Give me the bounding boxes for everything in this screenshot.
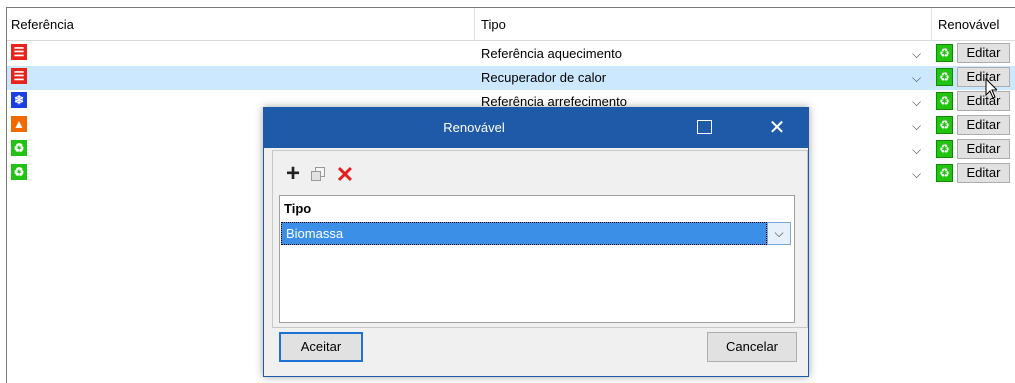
delete-icon[interactable]: ✕ xyxy=(335,164,355,186)
radiator-icon: ☰ xyxy=(11,44,27,60)
snowflake-icon: ❄ xyxy=(11,92,27,108)
column-header-renovavel[interactable]: Renovável xyxy=(934,8,1015,41)
add-icon[interactable]: + xyxy=(283,162,303,186)
chevron-down-icon[interactable]: ⌵ xyxy=(767,222,791,245)
maximize-icon[interactable] xyxy=(697,120,712,134)
column-separator[interactable] xyxy=(474,8,475,41)
recycle-icon: ♻ xyxy=(936,164,953,182)
mouse-cursor-icon xyxy=(985,78,997,99)
chevron-down-icon[interactable]: ⌵ xyxy=(912,42,921,66)
renovavel-dialog: Renovável ✕ + ✕ Tipo Biomassa ⌵ Aceitar … xyxy=(263,107,809,377)
tipo-column-header[interactable]: Tipo xyxy=(280,196,794,222)
tipo-cell[interactable]: Referência aquecimento xyxy=(481,42,622,66)
recycle-icon: ♻ xyxy=(936,68,953,86)
edit-button[interactable]: Editar xyxy=(957,91,1010,111)
recycle-icon: ♻ xyxy=(11,140,27,156)
recycle-icon: ♻ xyxy=(11,164,27,180)
edit-button[interactable]: Editar xyxy=(957,139,1010,159)
chevron-down-icon[interactable]: ⌵ xyxy=(912,90,921,114)
table-row[interactable]: ☰ Referência aquecimento ⌵ ♻ Editar xyxy=(7,42,1015,66)
tipo-cell[interactable]: Recuperador de calor xyxy=(481,66,606,90)
column-header-tipo[interactable]: Tipo xyxy=(477,8,931,41)
close-icon[interactable]: ✕ xyxy=(762,108,792,148)
edit-button[interactable]: Editar xyxy=(957,43,1010,63)
tipo-table: Tipo Biomassa ⌵ xyxy=(279,195,795,323)
recycle-icon: ♻ xyxy=(936,92,953,110)
copy-icon[interactable] xyxy=(309,165,329,185)
water-heater-icon: ▲ xyxy=(11,116,27,132)
dialog-titlebar[interactable]: Renovável ✕ xyxy=(264,108,808,148)
column-separator[interactable] xyxy=(931,8,932,41)
chevron-down-icon[interactable]: ⌵ xyxy=(912,114,921,138)
grid-header: Referência Tipo Renovável xyxy=(7,8,1015,41)
accept-button[interactable]: Aceitar xyxy=(279,332,363,362)
cancel-button[interactable]: Cancelar xyxy=(707,332,797,362)
edit-button[interactable]: Editar xyxy=(957,163,1010,183)
edit-button[interactable]: Editar xyxy=(957,67,1010,87)
recycle-icon: ♻ xyxy=(936,44,953,62)
table-row[interactable]: Biomassa xyxy=(281,222,767,245)
table-row[interactable]: ☰ Recuperador de calor ⌵ ♻ Editar xyxy=(7,66,1015,90)
recycle-icon: ♻ xyxy=(936,140,953,158)
dialog-content-group: + ✕ Tipo Biomassa ⌵ xyxy=(272,150,808,328)
chevron-down-icon[interactable]: ⌵ xyxy=(912,162,921,186)
column-header-referencia[interactable]: Referência xyxy=(7,8,474,41)
recycle-icon: ♻ xyxy=(936,116,953,134)
edit-button[interactable]: Editar xyxy=(957,115,1010,135)
chevron-down-icon[interactable]: ⌵ xyxy=(912,138,921,162)
radiator-icon: ☰ xyxy=(11,68,27,84)
dialog-title: Renovável xyxy=(443,120,505,135)
chevron-down-icon[interactable]: ⌵ xyxy=(912,66,921,90)
